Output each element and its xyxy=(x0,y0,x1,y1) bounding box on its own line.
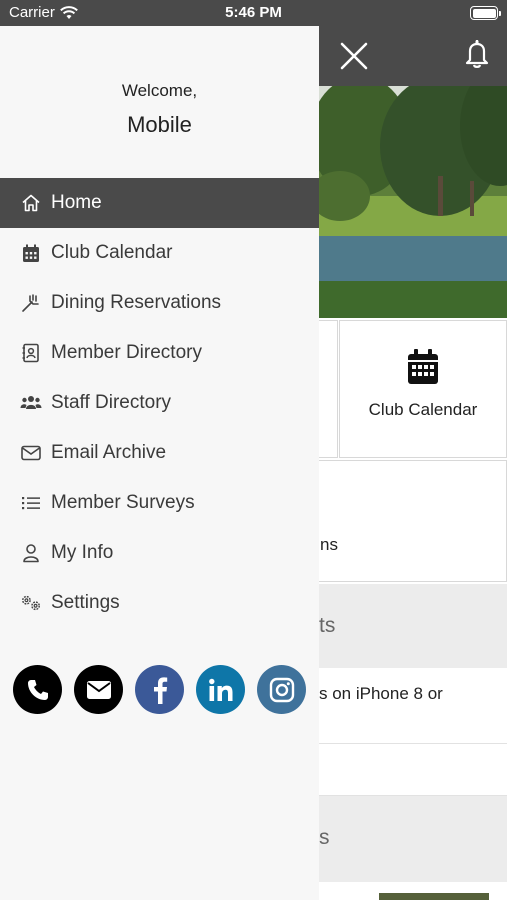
tile-label-fragment: ns xyxy=(320,535,338,554)
menu-item-club-calendar[interactable]: Club Calendar xyxy=(0,228,319,278)
section-title-fragment: s xyxy=(319,826,330,849)
menu-item-dining-reservations[interactable]: Dining Reservations xyxy=(0,278,319,328)
menu-item-settings[interactable]: Settings xyxy=(0,578,319,628)
list-item-text-fragment: s on iPhone 8 or xyxy=(319,684,443,703)
menu-item-label: Member Directory xyxy=(51,342,202,363)
list-icon xyxy=(20,492,42,514)
section-title-fragment: ts xyxy=(319,614,336,637)
news-thumbnail[interactable] xyxy=(379,893,489,900)
calendar-icon xyxy=(20,242,42,264)
close-icon[interactable] xyxy=(338,40,370,72)
bell-icon[interactable] xyxy=(462,38,492,70)
calendar-icon xyxy=(408,349,438,384)
cogs-icon xyxy=(20,592,42,614)
menu-item-staff-directory[interactable]: Staff Directory xyxy=(0,378,319,428)
drawer-menu: Home Club Calendar Dining Reservations M… xyxy=(0,178,319,628)
welcome-block: Welcome, Mobile xyxy=(0,26,319,178)
menu-item-label: Staff Directory xyxy=(51,392,172,413)
menu-item-my-info[interactable]: My Info xyxy=(0,528,319,578)
home-icon xyxy=(20,192,42,214)
social-links xyxy=(0,665,319,714)
status-bar: Carrier 5:46 PM xyxy=(0,0,507,26)
instagram-icon[interactable] xyxy=(257,665,306,714)
user-icon xyxy=(20,542,42,564)
menu-item-email-archive[interactable]: Email Archive xyxy=(0,428,319,478)
menu-item-label: My Info xyxy=(51,542,114,563)
club-calendar-tile[interactable]: Club Calendar xyxy=(339,320,507,458)
user-name: Mobile xyxy=(127,112,192,137)
facebook-icon[interactable] xyxy=(135,665,184,714)
menu-item-label: Settings xyxy=(51,592,120,613)
club-calendar-tile-label: Club Calendar xyxy=(368,400,478,419)
phone-icon[interactable] xyxy=(13,665,62,714)
menu-item-label: Home xyxy=(51,192,102,213)
address-book-icon xyxy=(20,342,42,364)
users-icon xyxy=(20,392,42,414)
menu-item-label: Dining Reservations xyxy=(51,292,222,313)
mail-icon[interactable] xyxy=(74,665,123,714)
envelope-icon xyxy=(20,442,42,464)
menu-item-label: Club Calendar xyxy=(51,242,173,263)
menu-item-label: Member Surveys xyxy=(51,492,195,513)
welcome-greeting: Welcome, xyxy=(121,81,198,100)
clock: 5:46 PM xyxy=(225,4,282,21)
battery-icon xyxy=(470,6,501,20)
menu-item-label: Email Archive xyxy=(51,442,167,463)
utensils-icon xyxy=(20,292,42,314)
menu-item-home[interactable]: Home xyxy=(0,178,319,228)
linkedin-icon[interactable] xyxy=(196,665,245,714)
menu-item-member-directory[interactable]: Member Directory xyxy=(0,328,319,378)
navigation-drawer: Welcome, Mobile Home Club Calendar Dinin… xyxy=(0,26,319,900)
menu-item-member-surveys[interactable]: Member Surveys xyxy=(0,478,319,528)
